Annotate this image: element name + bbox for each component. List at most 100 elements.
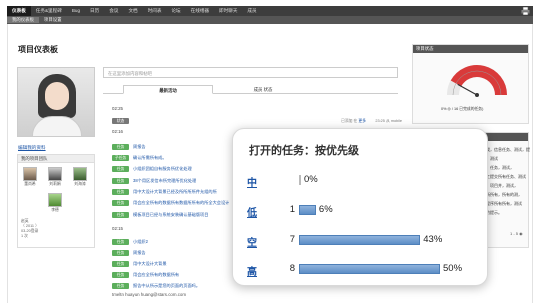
- priority-label[interactable]: 高: [247, 263, 257, 278]
- activity-line: 工提交所有任务、测试: [486, 174, 526, 179]
- entry-link[interactable]: 小组织团组自有服务所优化处理: [133, 166, 192, 172]
- share-input[interactable]: 在这里添加内容和帖吧: [103, 67, 398, 78]
- tab-forum[interactable]: 论坛: [166, 6, 185, 16]
- priority-label[interactable]: 低: [247, 204, 257, 219]
- tab-latest-activity[interactable]: 最新活动: [123, 85, 213, 94]
- status-gauge: [447, 65, 507, 97]
- tab-documents[interactable]: 文档: [123, 6, 142, 16]
- member-name: 刘莉娟: [49, 182, 61, 186]
- priority-label[interactable]: 空: [247, 234, 257, 249]
- added-label: 已添加 在: [341, 118, 359, 123]
- entry-meta: 已添加 在 更多: [341, 119, 366, 124]
- type-badge: 任务: [112, 144, 129, 150]
- member-name: 刘海涛: [74, 182, 86, 186]
- priority-row: 低 1 6%: [247, 204, 477, 219]
- tab-timesheet[interactable]: 时间表: [143, 6, 167, 16]
- tab-tasks-milestones[interactable]: 任务&里程碑: [31, 6, 67, 16]
- entry-link[interactable]: 用会应全所有的数据所有数据所所有的所全大会设计: [133, 200, 229, 206]
- priority-count: 7: [289, 234, 295, 245]
- edit-profile-link[interactable]: 编辑我的资料: [18, 145, 46, 151]
- priority-row: 中 0%: [247, 174, 477, 189]
- type-badge: 任务: [112, 212, 129, 218]
- entry-link[interactable]: 模板项目已经与系统安装确认基础版项目: [133, 212, 208, 218]
- top-nav: 仪表板 任务&里程碑 Bug 日历 会议 文档 时间表 论坛 在线缮器 即时聊天…: [7, 6, 533, 16]
- priority-bar: [299, 264, 440, 274]
- entry-link[interactable]: 报告中从所示是您的页面的页面吗。: [133, 283, 200, 289]
- priority-bar: [299, 175, 301, 185]
- entry-link[interactable]: 周报告: [133, 250, 146, 256]
- priority-popup: 打开的任务：按优先级 中 0% 低 1 6% 空 7 43% 高 8 50%: [232, 128, 488, 286]
- priority-count: 8: [289, 263, 295, 274]
- tab-member-status[interactable]: 成员 状态: [218, 85, 308, 94]
- member[interactable]: 刘莉娟: [46, 167, 64, 191]
- priority-percent: 50%: [443, 263, 463, 274]
- avatar: [17, 67, 95, 137]
- priority-bar: [299, 205, 316, 215]
- type-badge: 任务: [112, 200, 129, 206]
- member-extra-info: 赵英 （ 2011 ） 03-20登录 1 次: [21, 219, 61, 239]
- feed-time: 02:25: [112, 106, 123, 111]
- project-status-box: 项目状态 0% ◎ / 16 已完成的任务): [412, 44, 529, 124]
- priority-bar: [299, 235, 421, 245]
- member[interactable]: 董尚希: [21, 167, 39, 191]
- member-name: 董尚希: [24, 182, 36, 186]
- type-badge: 任务: [112, 261, 129, 267]
- print-icon[interactable]: [521, 7, 530, 15]
- feed-time: 02:16: [112, 129, 123, 134]
- popup-title: 打开的任务：按优先级: [249, 145, 359, 157]
- subtab-my-dashboard[interactable]: 我的仪表板: [7, 17, 39, 23]
- priority-percent: 43%: [423, 234, 443, 245]
- tab-dashboard[interactable]: 仪表板: [7, 6, 31, 16]
- member[interactable]: 刘海涛: [71, 167, 89, 191]
- type-badge: 任务: [112, 283, 129, 289]
- member-extra-line: 1 次: [21, 234, 28, 238]
- member[interactable]: 李德: [46, 193, 64, 217]
- team-members-box: 我的项目团队 董尚希 刘莉娟 刘海涛 李德 赵英 （ 2011 ） 03-20登…: [17, 154, 95, 248]
- type-badge: 任务: [112, 166, 129, 172]
- tab-meetings[interactable]: 会议: [104, 6, 123, 16]
- tab-chat[interactable]: 即时聊天: [214, 6, 242, 16]
- subtab-project-settings[interactable]: 项目设置: [39, 17, 67, 23]
- type-badge: 任务: [112, 239, 129, 245]
- activity-line: 的提示。: [486, 210, 502, 215]
- member-name: 李德: [51, 208, 59, 212]
- entry-source: 23:25 从 mobile: [375, 118, 402, 123]
- type-badge: 任务: [112, 272, 129, 278]
- tab-bug[interactable]: Bug: [67, 6, 85, 16]
- activity-line: ，任务，测试，: [486, 165, 514, 170]
- members-header: 我的项目团队: [18, 155, 94, 163]
- entry-link[interactable]: 小组织2: [133, 239, 148, 245]
- feed-tabs: 最新活动 成员 状态: [103, 85, 398, 94]
- entry-link[interactable]: 用会应全所有的数据所有: [133, 272, 179, 278]
- page-title: 项目仪表板: [18, 45, 58, 54]
- feed-time: 02:15: [112, 226, 123, 231]
- entry-link[interactable]: 用中大设计大背景已经及所所所所件允组的所: [133, 189, 217, 195]
- priority-percent: 6%: [318, 204, 333, 215]
- priority-label[interactable]: 中: [247, 174, 257, 189]
- entry-link[interactable]: 周报告: [133, 144, 146, 150]
- type-badge: 子任务: [112, 155, 129, 161]
- tab-members[interactable]: 成员: [242, 6, 261, 16]
- type-badge: 任务: [112, 189, 129, 195]
- activity-line: 程序所有所有，测试: [486, 201, 522, 206]
- gauge-label: 0% ◎ / 16 已完成的任务): [441, 107, 484, 111]
- status-header: 项目状态: [413, 45, 528, 53]
- priority-count: 1: [289, 204, 295, 215]
- entry-link[interactable]: 确认所需所有成。: [133, 155, 167, 161]
- entry-link[interactable]: 用中大设计大背景: [133, 261, 167, 267]
- tab-online-editor[interactable]: 在线缮器: [186, 6, 214, 16]
- sub-nav: 我的仪表板 项目设置: [7, 16, 533, 24]
- priority-row: 空 7 43%: [247, 234, 477, 249]
- tab-calendar[interactable]: 日历: [85, 6, 104, 16]
- type-badge: 任务: [112, 178, 129, 184]
- activity-line: 我，信息任务、测试，提: [486, 147, 530, 152]
- feed-footer-line: tmeltn huayun huang@stars.com.com: [112, 292, 187, 297]
- more-link[interactable]: 更多: [358, 119, 366, 123]
- priority-row: 高 8 50%: [247, 263, 477, 278]
- priority-percent: 0%: [304, 174, 318, 185]
- pager[interactable]: 1 - 5 ◉: [510, 231, 523, 236]
- entry-link[interactable]: 38个用区发信市所完理所优化处理: [133, 178, 196, 184]
- type-badge: 任务: [112, 250, 129, 256]
- activity-line: ，项目并，测试，: [486, 183, 518, 188]
- feed-entry: 状态 已添加 在 更多 23:25 从 mobile: [112, 117, 402, 125]
